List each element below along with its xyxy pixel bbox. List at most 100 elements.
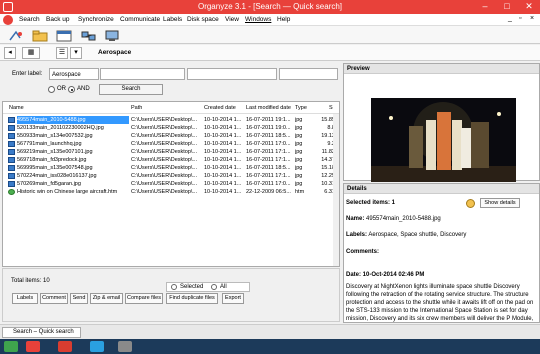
menu-labels[interactable]: Labels	[163, 16, 182, 23]
chrome-icon[interactable]	[4, 341, 18, 352]
cell-created: 10-10-2014 1...	[204, 125, 242, 131]
menu-view[interactable]: View	[225, 16, 239, 23]
labels-button[interactable]: Labels	[12, 293, 38, 304]
scope-selector: Selected All	[166, 282, 250, 292]
menu-synchronize[interactable]: Synchronize	[78, 16, 114, 23]
zip-email-button[interactable]: Zip & email	[90, 293, 123, 304]
menu-disk-space[interactable]: Disk space	[187, 16, 219, 23]
menu-communicate[interactable]: Communicate	[120, 16, 160, 23]
file-row[interactable]: 570224main_iss028e016137.jpg C:\Users\USE…	[3, 172, 339, 180]
mdi-restore-button[interactable]: ▫	[519, 15, 521, 22]
back-button[interactable]: ◂	[4, 47, 16, 59]
cell-name: Historic win on Chinese large aircraft.h…	[17, 189, 118, 195]
column-size[interactable]: S	[329, 105, 333, 111]
file-row[interactable]: 495574main_2010-5488.jpg C:\Users\USER\De…	[3, 116, 339, 124]
web-page-icon	[8, 189, 15, 195]
cell-name: 570269main_fd5garan.jpg	[17, 181, 81, 187]
mdi-minimize-button[interactable]: _	[508, 15, 512, 22]
image-file-icon	[8, 133, 15, 139]
column-path[interactable]: Path	[131, 105, 142, 111]
file-row[interactable]: 569718main_fd3predock.jpg C:\Users\USER\D…	[3, 156, 339, 164]
cell-type: htm	[295, 189, 305, 195]
label-input-1[interactable]: Aerospace	[49, 68, 99, 80]
label-input-3[interactable]	[187, 68, 277, 80]
opera-icon[interactable]	[58, 341, 72, 352]
window-icon[interactable]	[54, 28, 72, 42]
total-items: Total items: 10	[11, 278, 50, 284]
cell-path: C:\Users\USER\Desktop\...	[131, 173, 198, 179]
cell-created: 10-10-2014 1...	[204, 149, 242, 155]
menu-search[interactable]: Search	[19, 16, 40, 23]
cell-type: jpg	[295, 181, 303, 187]
folder-open-icon[interactable]	[30, 28, 48, 42]
file-row[interactable]: 570269main_fd5garan.jpg C:\Users\USER\Des…	[3, 180, 339, 188]
column-created-date[interactable]: Created date	[204, 105, 236, 111]
send-button[interactable]: Send	[70, 293, 88, 304]
cell-path: C:\Users\USER\Desktop\...	[131, 157, 198, 163]
cell-type: jpg	[295, 149, 303, 155]
cell-created: 10-10-2014 1...	[204, 141, 242, 147]
cell-name: 567791main_launchhq.jpg	[17, 141, 82, 147]
app-icon-taskbar[interactable]	[118, 341, 132, 352]
cell-modified: 16-07-2011 19:0...	[246, 125, 291, 131]
search-button[interactable]: Search	[99, 84, 163, 95]
network-icon[interactable]	[78, 28, 96, 42]
file-row[interactable]: 567791main_launchhq.jpg C:\Users\USER\Des…	[3, 140, 339, 148]
menu-help[interactable]: Help	[277, 16, 290, 23]
cell-type: jpg	[295, 117, 303, 123]
label-list-button[interactable]: ☰	[56, 47, 68, 59]
search-history-icon[interactable]	[6, 28, 24, 42]
skype-icon[interactable]	[90, 341, 104, 352]
description-text: Discovery at NightXenon lights illuminat…	[346, 284, 534, 322]
browser-icon[interactable]	[26, 341, 40, 352]
label-tree-button[interactable]: ▾	[70, 47, 82, 59]
cell-modified: 16-07-2011 17:1...	[246, 149, 291, 155]
label-input-2[interactable]	[100, 68, 185, 80]
file-row[interactable]: 569219main_s135e007101.jpg C:\Users\USER\…	[3, 148, 339, 156]
file-row[interactable]: 569995main_s135e007548.jpg C:\Users\USER\…	[3, 164, 339, 172]
vertical-scrollbar[interactable]	[333, 114, 339, 266]
search-panel: Enter label: Aerospace OR AND Search	[2, 63, 340, 99]
column-last-modified[interactable]: Last modified date	[246, 105, 291, 111]
compare-files-button[interactable]: Compare files	[125, 293, 163, 304]
label-input-4[interactable]	[279, 68, 338, 80]
menu-back-up[interactable]: Back up	[46, 16, 70, 23]
or-radio[interactable]	[48, 86, 55, 93]
title-bar: Organyze 3.1 - [Search — Quick search] –…	[0, 0, 540, 14]
details-settings-icon[interactable]	[466, 199, 475, 208]
all-radio[interactable]	[211, 284, 217, 290]
menu-windows[interactable]: Windows	[245, 16, 271, 23]
comment-button[interactable]: Comment	[40, 293, 68, 304]
column-type[interactable]: Type	[295, 105, 307, 111]
window-title: Organyze 3.1 - [Search — Quick search]	[197, 2, 343, 11]
cell-path: C:\Users\USER\Desktop\...	[131, 117, 198, 123]
show-details-button[interactable]: Show details	[480, 198, 520, 208]
name-label: Name:	[346, 216, 365, 222]
image-file-icon	[8, 117, 15, 123]
shuttle-preview-image	[371, 98, 516, 182]
cell-path: C:\Users\USER\Desktop\...	[131, 133, 198, 139]
and-radio[interactable]	[68, 86, 75, 93]
column-name[interactable]: Name	[9, 105, 24, 111]
mdi-close-button[interactable]: ×	[530, 15, 534, 22]
action-panel: Total items: 10 Selected All Labels Comm…	[2, 268, 340, 322]
computer-icon[interactable]	[102, 28, 120, 42]
file-row[interactable]: Historic win on Chinese large aircraft.h…	[3, 188, 339, 196]
export-button[interactable]: Export	[222, 293, 244, 304]
minimize-button[interactable]: –	[474, 0, 496, 14]
image-file-icon	[8, 181, 15, 187]
details-heading: Details	[344, 184, 539, 194]
view-toggle-button[interactable]: ▦	[22, 47, 40, 59]
find-duplicate-files-button[interactable]: Find duplicate files	[166, 293, 218, 304]
search-window-tab[interactable]: Search – Quick search	[2, 327, 81, 338]
file-row[interactable]: 550933main_s134e007532.jpg C:\Users\USER\…	[3, 132, 339, 140]
file-row[interactable]: 520133main_201102230002HQ.jpg C:\Users\US…	[3, 124, 339, 132]
close-button[interactable]: ✕	[518, 0, 540, 14]
selected-radio[interactable]	[171, 284, 177, 290]
image-file-icon	[8, 173, 15, 179]
status-bar: Search – Quick search	[0, 324, 540, 339]
maximize-button[interactable]: □	[496, 0, 518, 14]
cell-path: C:\Users\USER\Desktop\...	[131, 189, 198, 195]
preview-heading: Preview	[344, 64, 539, 74]
cell-type: jpg	[295, 157, 303, 163]
